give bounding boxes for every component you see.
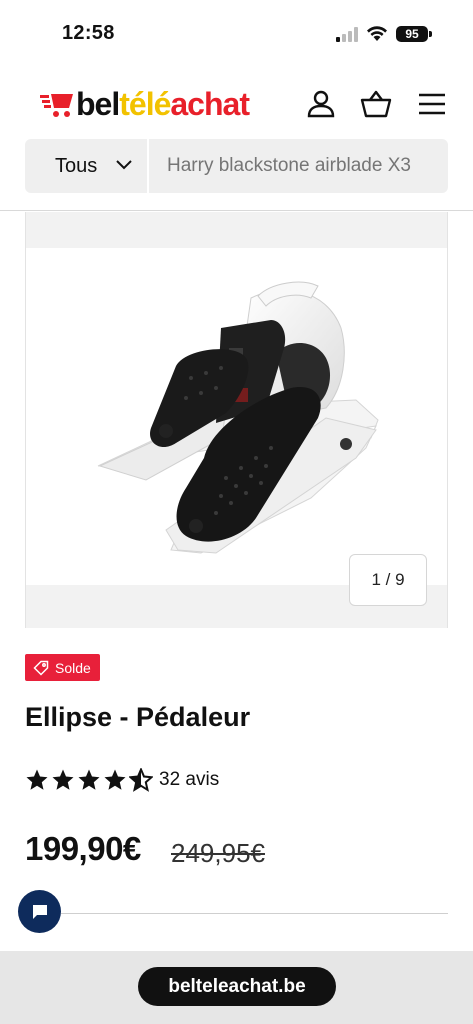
star-full-icon bbox=[104, 769, 126, 790]
tag-icon bbox=[33, 660, 49, 676]
logo-part-achat: achat bbox=[170, 85, 250, 122]
battery-level: 95 bbox=[396, 26, 428, 42]
site-logo[interactable]: beltéléachat bbox=[40, 84, 250, 124]
search-input[interactable] bbox=[149, 139, 448, 193]
current-price: 199,90€ bbox=[25, 830, 141, 867]
account-icon[interactable] bbox=[305, 88, 337, 120]
header-divider bbox=[0, 210, 473, 211]
browser-address-bar: belteleachat.be bbox=[0, 951, 473, 1024]
cellular-signal-icon bbox=[336, 27, 358, 42]
product-title: Ellipse - Pédaleur bbox=[25, 702, 251, 732]
battery-icon bbox=[429, 31, 432, 37]
search-bar: Tous bbox=[25, 139, 448, 193]
wifi-icon bbox=[367, 26, 387, 41]
star-full-icon bbox=[26, 769, 48, 790]
status-time: 12:58 bbox=[62, 22, 115, 44]
section-divider bbox=[61, 913, 448, 914]
menu-icon[interactable] bbox=[416, 88, 448, 120]
basket-icon[interactable] bbox=[360, 88, 392, 120]
chat-icon bbox=[32, 904, 47, 919]
image-counter: 1 / 9 bbox=[349, 554, 427, 606]
sale-badge-label: Solde bbox=[55, 659, 91, 676]
logo-part-tele: télé bbox=[119, 85, 171, 122]
star-full-icon bbox=[78, 769, 100, 790]
search-category-select[interactable]: Tous bbox=[25, 139, 149, 193]
chat-button[interactable] bbox=[18, 890, 61, 933]
logo-text: beltéléachat bbox=[76, 85, 250, 123]
search-category-label: Tous bbox=[55, 154, 98, 177]
logo-part-bel: bel bbox=[76, 85, 120, 122]
original-price: 249,95€ bbox=[171, 838, 265, 868]
sale-badge: Solde bbox=[25, 654, 100, 681]
cart-logo-icon bbox=[40, 94, 73, 117]
site-header: beltéléachat bbox=[0, 78, 473, 130]
product-image[interactable] bbox=[26, 248, 447, 585]
elliptical-pedaler-illustration bbox=[97, 281, 379, 554]
star-full-icon bbox=[52, 769, 74, 790]
star-half-icon bbox=[129, 768, 153, 792]
chevron-down-icon bbox=[116, 160, 132, 170]
url-display[interactable]: belteleachat.be bbox=[138, 967, 336, 1006]
product-rating[interactable]: 32 avis bbox=[25, 768, 219, 792]
reviews-count: 32 avis bbox=[159, 769, 220, 790]
product-gallery[interactable]: 1 / 9 bbox=[25, 212, 448, 628]
status-bar: 12:58 95 bbox=[0, 0, 473, 64]
